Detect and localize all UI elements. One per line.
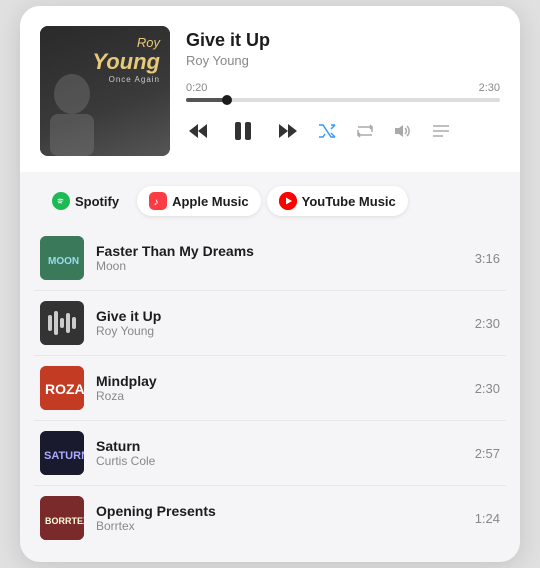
main-card: Roy Young Once Again Give it Up Roy Youn… [20,6,520,562]
track-item-2[interactable]: Give it Up Roy Young 2:30 [34,291,506,356]
volume-icon [394,124,412,138]
volume-button[interactable] [392,122,414,140]
track-duration-5: 1:24 [475,511,500,526]
track-meta-3: Mindplay Roza [96,373,463,403]
track-artist-5: Borrtex [96,519,463,533]
repeat-button[interactable] [354,121,376,141]
now-playing-section: Roy Young Once Again Give it Up Roy Youn… [20,6,520,172]
album-art: Roy Young Once Again [40,26,170,156]
track-name-2: Give it Up [96,308,463,324]
progress-container: 0:20 2:30 [186,82,500,102]
apple-music-tab[interactable]: ♪ Apple Music [137,186,261,216]
track-item-4[interactable]: SATURN Saturn Curtis Cole 2:57 [34,421,506,486]
svg-text:♪: ♪ [154,197,159,208]
track-duration-2: 2:30 [475,316,500,331]
track-duration-1: 3:16 [475,251,500,266]
queue-icon [432,124,450,138]
track-item-3[interactable]: ROZA Mindplay Roza 2:30 [34,356,506,421]
track-list: MOON Faster Than My Dreams Moon 3:16 [20,226,520,550]
forward-button[interactable] [276,121,300,141]
playback-controls [186,114,500,148]
track-artist-3: Roza [96,389,463,403]
album-silhouette [40,66,120,156]
spotify-icon [52,192,70,210]
spotify-label: Spotify [75,194,119,209]
track-item-5[interactable]: BORRTEX Opening Presents Borrtex 1:24 [34,486,506,550]
progress-bar[interactable] [186,98,500,102]
track-meta-4: Saturn Curtis Cole [96,438,463,468]
svg-text:ROZA: ROZA [45,381,84,397]
track-meta-5: Opening Presents Borrtex [96,503,463,533]
track-artist-4: Curtis Cole [96,454,463,468]
track-name-1: Faster Than My Dreams [96,243,463,259]
track-name-3: Mindplay [96,373,463,389]
track-thumb-4: SATURN [40,431,84,475]
track-info: Give it Up Roy Young 0:20 2:30 [186,26,500,148]
pause-icon [232,120,254,142]
queue-button[interactable] [430,122,452,140]
time-total: 2:30 [479,82,500,94]
pause-button[interactable] [226,114,260,148]
rewind-button[interactable] [186,121,210,141]
youtube-music-label: YouTube Music [302,194,396,209]
youtube-music-icon [279,192,297,210]
rewind-icon [188,123,208,139]
track-artist-2: Roy Young [96,324,463,338]
youtube-music-tab[interactable]: YouTube Music [267,186,408,216]
shuffle-button[interactable] [316,122,338,140]
progress-fill [186,98,227,102]
time-current: 0:20 [186,82,207,94]
track-name-4: Saturn [96,438,463,454]
spotify-tab[interactable]: Spotify [40,186,131,216]
track-title: Give it Up [186,30,500,51]
repeat-icon [356,123,374,139]
progress-thumb [222,95,232,105]
progress-times: 0:20 2:30 [186,82,500,94]
service-tabs: Spotify ♪ Apple Music YouTube Music [20,172,520,226]
svg-text:SATURN: SATURN [44,450,84,462]
track-thumb-1: MOON [40,236,84,280]
svg-text:MOON: MOON [48,256,79,267]
track-meta-2: Give it Up Roy Young [96,308,463,338]
track-thumb-3: ROZA [40,366,84,410]
track-duration-4: 2:57 [475,446,500,461]
track-artist-1: Moon [96,259,463,273]
forward-icon [278,123,298,139]
svg-text:BORRTEX: BORRTEX [45,516,84,526]
track-thumb-2 [40,301,84,345]
shuffle-icon [318,124,336,138]
track-artist: Roy Young [186,53,500,68]
album-artist-line1: Roy [92,36,160,50]
track-duration-3: 2:30 [475,381,500,396]
track-name-5: Opening Presents [96,503,463,519]
apple-music-icon: ♪ [149,192,167,210]
track-thumb-5: BORRTEX [40,496,84,540]
apple-music-label: Apple Music [172,194,249,209]
track-meta-1: Faster Than My Dreams Moon [96,243,463,273]
track-item[interactable]: MOON Faster Than My Dreams Moon 3:16 [34,226,506,291]
